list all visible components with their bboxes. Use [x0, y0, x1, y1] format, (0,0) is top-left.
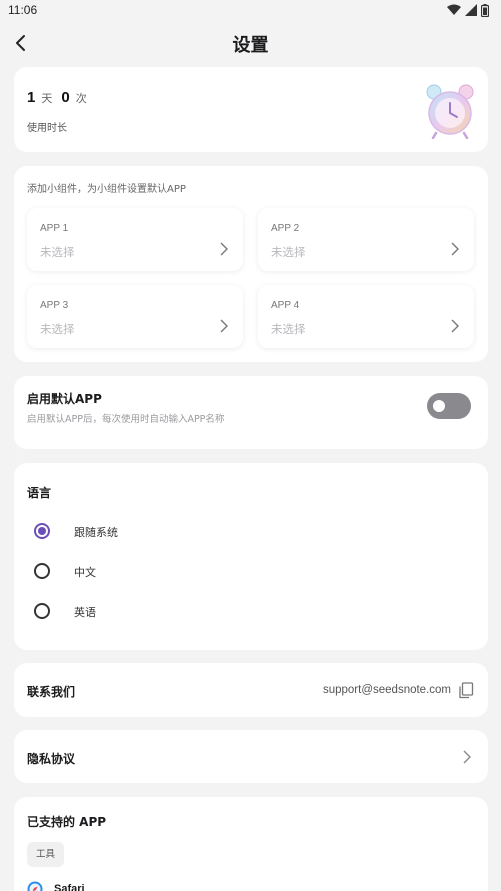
radio-unselected-icon	[34, 603, 50, 619]
usage-label: 使用时长	[27, 123, 67, 134]
supported-app-name: Safari	[54, 883, 85, 891]
language-title: 语言	[27, 486, 52, 500]
status-icons	[447, 3, 489, 17]
chevron-right-icon	[463, 750, 471, 764]
app-slot-value: 未选择	[40, 322, 75, 336]
toggle-knob	[433, 400, 445, 412]
language-option-label: 跟随系统	[74, 526, 118, 539]
language-card: 语言 跟随系统 中文 英语	[14, 463, 488, 650]
language-option-english[interactable]: 英语	[34, 595, 334, 625]
language-option-system[interactable]: 跟随系统	[34, 515, 334, 545]
navigation-bar: 设置	[0, 26, 501, 60]
app-slot-name: APP 3	[40, 300, 69, 311]
privacy-title: 隐私协议	[27, 752, 76, 766]
language-option-label: 英语	[74, 606, 96, 619]
widget-app-slot-2[interactable]: APP 2 未选择	[258, 208, 474, 271]
default-app-toggle[interactable]	[427, 393, 471, 419]
usage-days-value: 1	[27, 89, 36, 106]
widget-app-slot-3[interactable]: APP 3 未选择	[27, 285, 243, 348]
usage-times-value: 0	[61, 89, 70, 106]
copy-icon[interactable]	[458, 682, 474, 699]
default-app-subtitle: 启用默认APP后，每次使用时自动输入APP名称	[27, 414, 225, 425]
alarm-clock-icon	[426, 84, 474, 139]
supported-apps-card: 已支持的 APP 工具 Safari	[14, 797, 488, 891]
usage-days-unit: 天	[41, 92, 53, 105]
radio-unselected-icon	[34, 563, 50, 579]
app-slot-name: APP 4	[271, 300, 300, 311]
widget-app-slot-4[interactable]: APP 4 未选择	[258, 285, 474, 348]
contact-title: 联系我们	[27, 685, 76, 699]
chevron-right-icon	[220, 319, 228, 333]
app-slot-name: APP 1	[40, 223, 69, 234]
radio-selected-icon	[34, 523, 50, 539]
contact-email[interactable]: support@seedsnote.com	[323, 684, 451, 696]
widget-app-slot-1[interactable]: APP 1 未选择	[27, 208, 243, 271]
usage-times-unit: 次	[75, 92, 87, 105]
chevron-right-icon	[451, 242, 459, 256]
chevron-right-icon	[220, 242, 228, 256]
language-option-chinese[interactable]: 中文	[34, 555, 334, 585]
wifi-icon	[447, 4, 461, 15]
category-tag[interactable]: 工具	[27, 842, 65, 867]
app-slot-name: APP 2	[271, 223, 300, 234]
privacy-card[interactable]: 隐私协议	[14, 730, 488, 783]
status-bar: 11:06	[0, 0, 501, 22]
widget-section-title: 添加小组件，为小组件设置默认APP	[27, 184, 186, 195]
safari-icon	[27, 881, 43, 891]
app-slot-value: 未选择	[271, 322, 306, 336]
supported-app-item[interactable]: Safari	[27, 879, 227, 891]
usage-stats: 1 天 0 次	[27, 89, 96, 106]
battery-icon	[481, 3, 489, 17]
default-app-card: 启用默认APP 启用默认APP后，每次使用时自动输入APP名称	[14, 376, 488, 449]
supported-apps-title: 已支持的 APP	[27, 815, 107, 829]
status-time: 11:06	[8, 3, 38, 17]
chevron-right-icon	[451, 319, 459, 333]
cellular-signal-icon	[465, 4, 477, 16]
usage-card: 1 天 0 次 使用时长	[14, 67, 488, 152]
page-title: 设置	[232, 35, 269, 56]
default-app-title: 启用默认APP	[27, 392, 102, 406]
widget-settings-card: 添加小组件，为小组件设置默认APP APP 1 未选择 APP 2 未选择 AP…	[14, 166, 488, 362]
contact-card: 联系我们 support@seedsnote.com	[14, 663, 488, 717]
app-slot-value: 未选择	[40, 245, 75, 259]
app-slot-value: 未选择	[271, 245, 306, 259]
language-option-label: 中文	[74, 566, 96, 579]
